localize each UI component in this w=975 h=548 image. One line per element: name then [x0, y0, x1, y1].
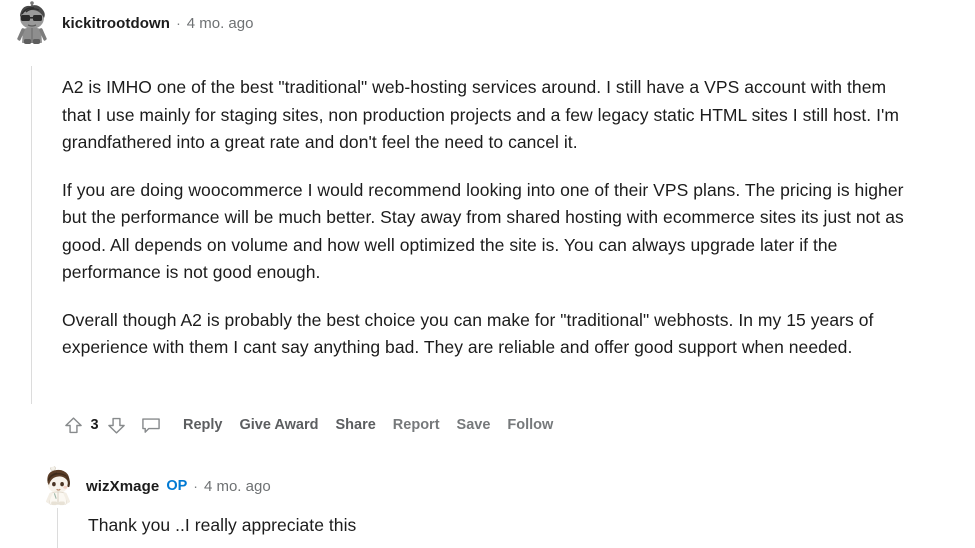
comment-paragraph: Overall though A2 is probably the best c…: [62, 309, 874, 358]
reply-timestamp: 4 mo. ago: [203, 477, 271, 495]
vote-score: 3: [90, 417, 99, 433]
thread-collapse-line-reply[interactable]: [57, 508, 58, 548]
meta-separator: ·: [176, 15, 181, 31]
reply-author-username[interactable]: wizXmage: [86, 478, 159, 495]
meta-separator: ·: [193, 478, 198, 494]
comment-top-level: kickitrootdown · 4 mo. ago A2 is IMHO on…: [0, 0, 975, 434]
avatar-snoo-brown-hair[interactable]: [38, 466, 78, 506]
reply-button[interactable]: Reply: [183, 417, 223, 433]
report-button[interactable]: Report: [393, 417, 440, 433]
give-award-button[interactable]: Give Award: [240, 417, 319, 433]
vote-group: 3: [60, 412, 129, 438]
downvote-arrow-icon[interactable]: [103, 412, 129, 438]
avatar-snoo-sunglasses[interactable]: [10, 1, 54, 45]
thread-collapse-line-top[interactable]: [31, 66, 32, 404]
comment-header: kickitrootdown · 4 mo. ago: [0, 0, 975, 46]
comment-author-username[interactable]: kickitrootdown: [62, 15, 170, 32]
reply-body: Thank you ..I really appreciate this: [88, 512, 928, 540]
comment-timestamp: 4 mo. ago: [186, 14, 254, 32]
comment-reply: wizXmage OP · 4 mo. ago Thank you ..I re…: [26, 462, 975, 535]
comment-bubble-icon[interactable]: [136, 412, 166, 438]
reply-header: wizXmage OP · 4 mo. ago: [26, 462, 975, 510]
comment-body: A2 is IMHO one of the best "traditional"…: [62, 74, 912, 362]
upvote-arrow-icon[interactable]: [60, 412, 86, 438]
reply-paragraph: Thank you ..I really appreciate this: [88, 515, 357, 535]
save-button[interactable]: Save: [457, 417, 491, 433]
comment-thread: kickitrootdown · 4 mo. ago A2 is IMHO on…: [0, 0, 975, 548]
comment-action-bar: 3 Reply Give Award Share Report Save Fol…: [60, 410, 553, 440]
comment-paragraph: A2 is IMHO one of the best "traditional"…: [62, 77, 900, 152]
op-badge: OP: [166, 478, 188, 494]
follow-button[interactable]: Follow: [507, 417, 553, 433]
comment-paragraph: If you are doing woocommerce I would rec…: [62, 179, 904, 283]
share-button[interactable]: Share: [335, 417, 375, 433]
